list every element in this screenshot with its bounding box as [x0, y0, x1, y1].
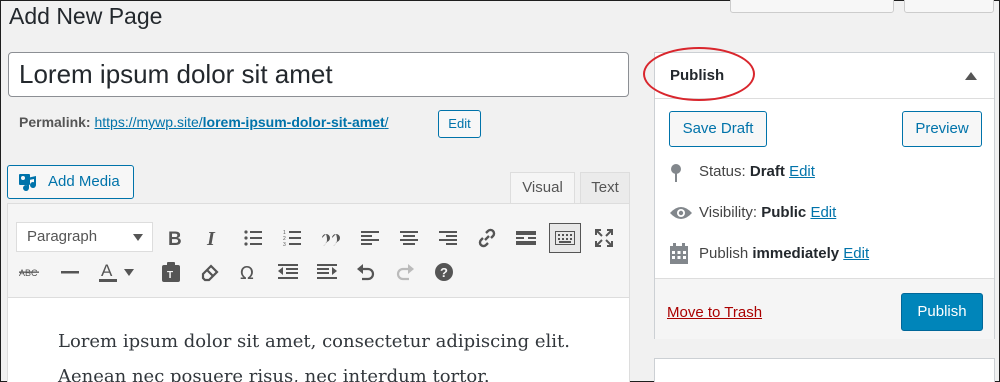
paste-as-text-icon[interactable]: T — [157, 258, 185, 286]
publish-box: Publish Save Draft Preview Status: Draft… — [643, 47, 995, 339]
permalink: Permalink: https://mywp.site/lorem-ipsum… — [19, 114, 389, 130]
media-icon — [18, 173, 40, 205]
svg-text:?: ? — [440, 265, 448, 280]
visibility-label: Visibility: — [699, 204, 758, 221]
publish-button[interactable]: Publish — [901, 293, 983, 331]
page-title: Add New Page — [9, 3, 163, 29]
eye-icon — [669, 206, 693, 224]
publish-schedule-value: immediately — [752, 245, 840, 262]
move-to-trash-link[interactable]: Move to Trash — [667, 304, 762, 321]
decrease-indent-icon[interactable] — [274, 258, 302, 286]
text-color-dropdown-icon[interactable] — [121, 258, 137, 286]
pin-icon — [669, 163, 683, 187]
status-label: Status: — [699, 163, 746, 180]
publish-box-footer: Move to Trash Publish — [655, 278, 994, 339]
bulleted-list-icon[interactable] — [239, 224, 267, 252]
edit-schedule-link[interactable]: Edit — [843, 245, 869, 262]
svg-text:B: B — [168, 229, 182, 247]
add-media-button[interactable]: Add Media — [7, 165, 134, 199]
edit-permalink-button[interactable]: Edit — [438, 110, 481, 138]
edit-visibility-link[interactable]: Edit — [810, 204, 836, 221]
bold-icon[interactable]: B — [160, 224, 188, 252]
svg-text:A: A — [101, 261, 113, 280]
toolbar-row-1: Paragraph B I 123 — [8, 211, 629, 253]
publish-schedule-label: Publish — [699, 245, 749, 262]
svg-text:Ω: Ω — [240, 263, 254, 281]
save-draft-button[interactable]: Save Draft — [669, 111, 767, 147]
tab-text[interactable]: Text — [580, 172, 630, 203]
publish-box-header[interactable]: Publish — [643, 47, 994, 101]
insert-link-icon[interactable] — [473, 224, 501, 252]
publish-box-title: Publish — [670, 67, 725, 84]
svg-text:ABC: ABC — [19, 268, 38, 278]
undo-icon[interactable] — [352, 258, 380, 286]
align-left-icon[interactable] — [356, 224, 384, 252]
next-meta-box — [654, 358, 995, 382]
horizontal-line-icon[interactable] — [56, 258, 84, 286]
toolbar-row-2: ABC A T Ω ? — [8, 252, 629, 290]
editor: Paragraph B I 123 ABC A T Ω ? Lorem ipsu… — [7, 203, 630, 382]
keyboard-shortcuts-icon[interactable]: ? — [430, 258, 458, 286]
read-more-icon[interactable] — [512, 224, 540, 252]
align-right-icon[interactable] — [434, 224, 462, 252]
format-select[interactable]: Paragraph — [16, 222, 153, 252]
editor-content[interactable]: Lorem ipsum dolor sit amet, consectetur … — [8, 297, 629, 382]
numbered-list-icon[interactable]: 123 — [278, 224, 306, 252]
distraction-free-icon[interactable] — [590, 224, 618, 252]
strikethrough-icon[interactable]: ABC — [16, 258, 44, 286]
svg-text:3: 3 — [283, 242, 286, 246]
svg-text:I: I — [206, 229, 216, 247]
blockquote-icon[interactable] — [317, 224, 345, 252]
status-value: Draft — [749, 163, 785, 180]
text-color-icon[interactable]: A — [94, 258, 122, 286]
toolbar-toggle-icon[interactable] — [549, 223, 581, 253]
special-character-icon[interactable]: Ω — [235, 258, 263, 286]
tab-visual[interactable]: Visual — [510, 172, 575, 203]
post-title-input[interactable]: Lorem ipsum dolor sit amet — [8, 52, 629, 97]
preview-button[interactable]: Preview — [902, 111, 982, 147]
collapse-arrow-icon[interactable] — [965, 72, 977, 80]
italic-icon[interactable]: I — [198, 224, 226, 252]
calendar-icon — [669, 243, 689, 269]
increase-indent-icon[interactable] — [313, 258, 341, 286]
edit-status-link[interactable]: Edit — [789, 163, 815, 180]
visibility-value: Public — [761, 204, 807, 221]
align-center-icon[interactable] — [395, 224, 423, 252]
clear-formatting-icon[interactable] — [196, 258, 224, 286]
screen-options-button[interactable] — [730, 0, 894, 13]
permalink-link[interactable]: https://mywp.site/lorem-ipsum-dolor-sit-… — [94, 114, 388, 130]
help-button[interactable] — [904, 0, 994, 13]
redo-icon[interactable] — [391, 258, 419, 286]
permalink-label: Permalink: — [19, 114, 91, 130]
add-media-label: Add Media — [48, 173, 120, 190]
svg-text:T: T — [167, 270, 173, 281]
